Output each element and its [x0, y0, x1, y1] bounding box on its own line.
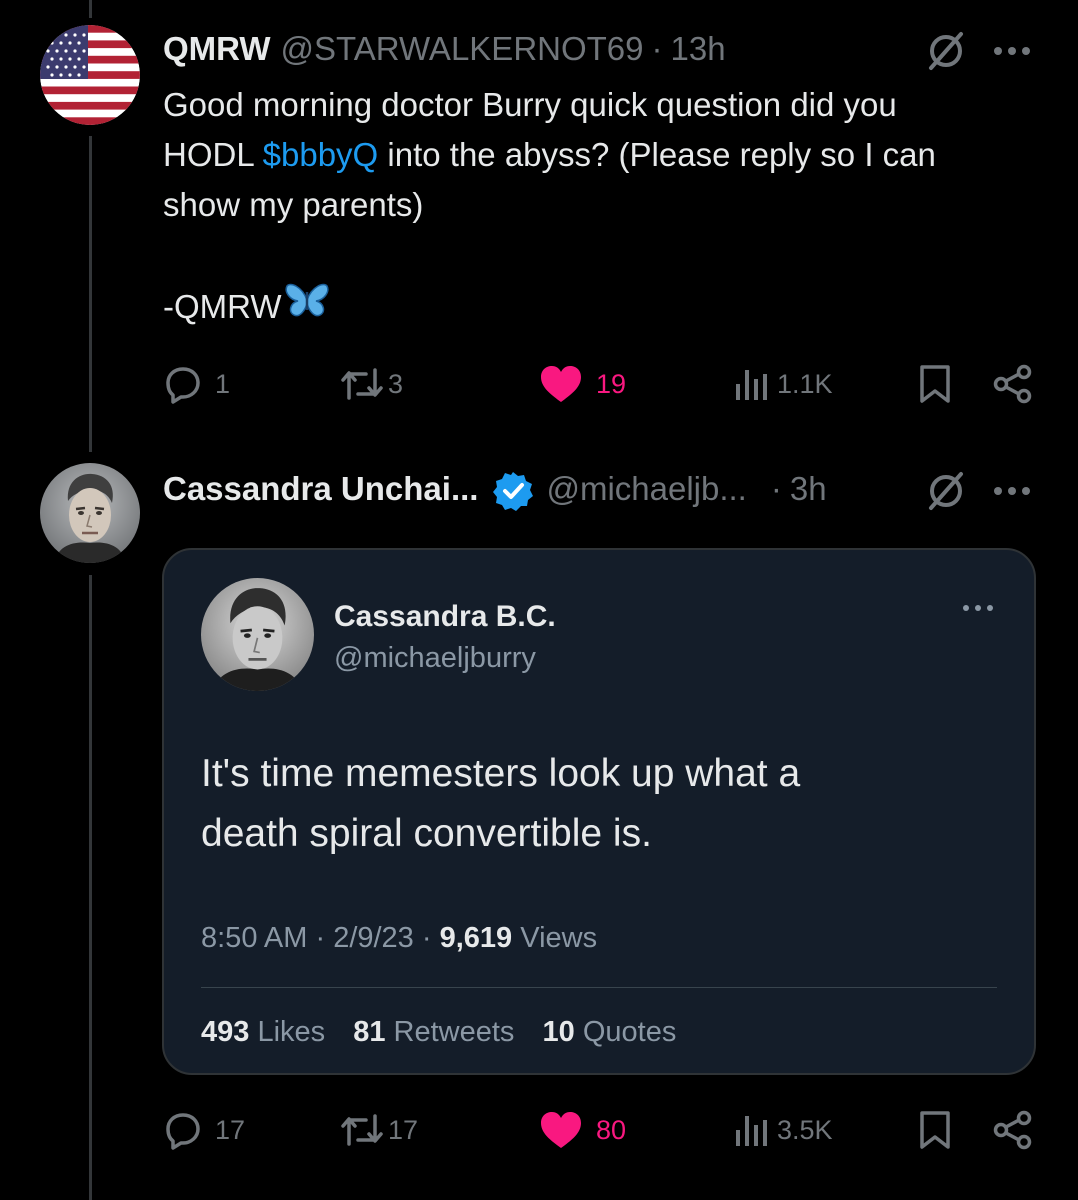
- reply-icon: [163, 364, 203, 404]
- tweet1-header: QMRW @STARWALKERNOT69 · 13h: [163, 30, 726, 68]
- tweet1-retweet-count: 3: [388, 368, 404, 399]
- thread-line-bottom: [89, 575, 92, 1200]
- share-icon: [993, 364, 1033, 404]
- quoted-avatar: [201, 578, 314, 691]
- views-icon: [733, 1110, 771, 1150]
- quoted-views-count: 9,619: [439, 922, 513, 954]
- quoted-handle: @michaeljburry: [334, 642, 536, 674]
- tweet2-reply-button[interactable]: 17: [163, 1110, 245, 1150]
- quoted-views-label: Views: [520, 922, 598, 954]
- thread-line-middle: [89, 136, 92, 452]
- tweet2-time[interactable]: 3h: [790, 470, 827, 508]
- tweet1-handle[interactable]: @STARWALKERNOT69: [281, 30, 644, 68]
- tweet2-header: Cassandra Unchai... @michaeljb... · 3h: [163, 470, 827, 517]
- quoted-text-line1: It's time memesters look up what a: [201, 752, 801, 795]
- tweet2-views-count: 3.5K: [777, 1114, 833, 1145]
- tweet1-views-count: 1.1K: [777, 368, 833, 399]
- retweet-icon: [340, 364, 384, 404]
- quoted-likes-count: 493: [201, 1016, 250, 1048]
- separator-dot: ·: [651, 30, 663, 67]
- more-icon[interactable]: [992, 484, 1032, 502]
- tweet1-share-button[interactable]: [993, 364, 1033, 404]
- thread-line-top: [89, 0, 92, 18]
- tweet2-retweet-count: 17: [388, 1114, 419, 1145]
- separator-dot: ·: [770, 470, 782, 507]
- tweet2-like-button[interactable]: 80: [538, 1110, 626, 1150]
- tweet1-reply-button[interactable]: 1: [163, 364, 230, 404]
- grok-icon[interactable]: [925, 470, 967, 517]
- tweet1-time[interactable]: 13h: [671, 30, 726, 68]
- tweet1-display-name[interactable]: QMRW: [163, 30, 271, 68]
- views-icon: [733, 364, 771, 404]
- quoted-text: It's time memesters look up what a death…: [201, 744, 800, 864]
- quoted-text-line2: death spiral convertible is.: [201, 812, 652, 855]
- tweet1-text-line2: HODL $bbbyQ into the abyss? (Please repl…: [163, 130, 1043, 180]
- more-icon: [961, 600, 995, 618]
- quoted-tweet-card[interactable]: Cassandra B.C. @michaeljburry It's time …: [162, 548, 1036, 1075]
- tweet1-text-line2-pre: HODL: [163, 136, 263, 173]
- tweet2-views-button[interactable]: 3.5K: [733, 1110, 833, 1150]
- bookmark-icon: [918, 1110, 952, 1150]
- tweet2-like-count: 80: [596, 1114, 627, 1145]
- tweet2-handle[interactable]: @michaeljb...: [546, 470, 746, 508]
- quoted-retweets-count: 81: [353, 1016, 386, 1048]
- tweet2-retweet-button[interactable]: 17: [340, 1110, 418, 1150]
- tweet2-share-button[interactable]: [993, 1110, 1033, 1150]
- like-icon: [538, 1110, 584, 1150]
- tweet2-bookmark-button[interactable]: [918, 1110, 952, 1150]
- quoted-divider: [201, 987, 997, 988]
- reply-icon: [163, 1110, 203, 1150]
- quoted-stats: 493 Likes 81 Retweets 10 Quotes: [201, 1016, 676, 1049]
- more-icon[interactable]: [992, 44, 1032, 62]
- grok-icon[interactable]: [925, 30, 967, 77]
- butterfly-icon: [284, 280, 330, 334]
- quoted-display-name: Cassandra B.C.: [334, 600, 556, 633]
- quoted-likes-label: Likes: [257, 1016, 326, 1048]
- bookmark-icon: [918, 364, 952, 404]
- tweet1-text-line1: Good morning doctor Burry quick question…: [163, 86, 897, 123]
- tweet1-text-line2-post: into the abyss? (Please reply so I can: [378, 136, 936, 173]
- cashtag-link[interactable]: $bbbyQ: [263, 136, 379, 173]
- tweet1-like-count: 19: [596, 368, 627, 399]
- verified-icon: [492, 470, 534, 517]
- tweet1-signature-line: -QMRW: [163, 280, 1043, 334]
- tweet1-reply-count: 1: [215, 368, 231, 399]
- tweet1-text: Good morning doctor Burry quick question…: [163, 80, 1043, 334]
- quoted-quotes-count: 10: [542, 1016, 575, 1048]
- retweet-icon: [340, 1110, 384, 1150]
- separator-dot: ·: [315, 922, 334, 954]
- tweet2-display-name[interactable]: Cassandra Unchai...: [163, 470, 478, 508]
- tweet2-reply-count: 17: [215, 1114, 246, 1145]
- tweet1-text-line3: show my parents): [163, 186, 424, 223]
- like-icon: [538, 364, 584, 404]
- quoted-retweets-label: Retweets: [393, 1016, 515, 1048]
- tweet1-views-button[interactable]: 1.1K: [733, 364, 833, 404]
- quoted-time: 8:50 AM: [201, 922, 308, 954]
- avatar-qmrw[interactable]: [40, 25, 140, 125]
- quoted-meta: 8:50 AM · 2/9/23 · 9,619 Views: [201, 922, 597, 955]
- tweet1-retweet-button[interactable]: 3: [340, 364, 403, 404]
- tweet1-like-button[interactable]: 19: [538, 364, 626, 404]
- flag-icon: [40, 25, 140, 125]
- avatar-portrait: [40, 463, 140, 563]
- quoted-quotes-label: Quotes: [582, 1016, 677, 1048]
- tweet1-bookmark-button[interactable]: [918, 364, 952, 404]
- separator-dot: ·: [421, 922, 440, 954]
- share-icon: [993, 1110, 1033, 1150]
- avatar-cassandra[interactable]: [40, 463, 140, 563]
- tweet1-signature: -QMRW: [163, 288, 282, 325]
- quoted-date: 2/9/23: [333, 922, 414, 954]
